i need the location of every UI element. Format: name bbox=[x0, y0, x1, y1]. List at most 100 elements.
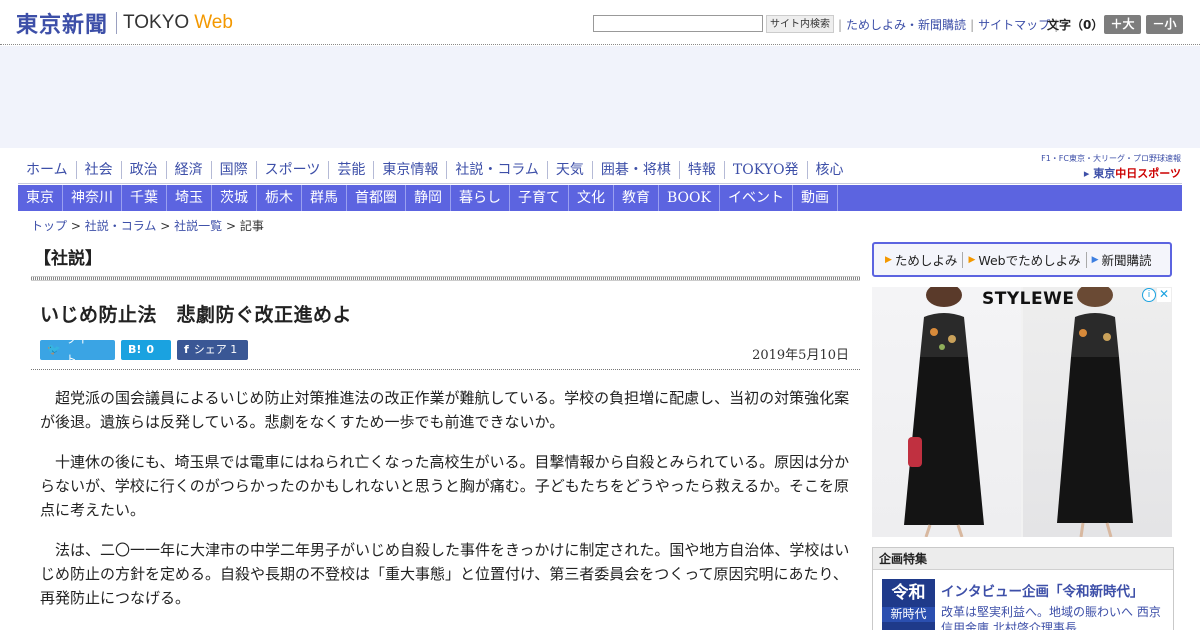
site-header: 東京新聞 TOKYO Web サイト内検索 | ためしよみ・新聞購読 | サイト… bbox=[0, 0, 1200, 45]
arrow-icon: ▶ bbox=[1091, 254, 1099, 265]
region-parenting[interactable]: 子育て bbox=[510, 185, 569, 211]
logo-tokyo-shimbun: 東京新聞 bbox=[16, 13, 109, 38]
site-search-input[interactable] bbox=[593, 15, 763, 32]
breadcrumb: トップ > 社説・コラム > 社説一覧 > 記事 bbox=[31, 217, 264, 234]
nav-politics[interactable]: 政治 bbox=[120, 161, 166, 179]
nav-editorial-column[interactable]: 社説・コラム bbox=[446, 161, 547, 179]
nav-economy[interactable]: 経済 bbox=[165, 161, 211, 179]
nav-weather[interactable]: 天気 bbox=[546, 161, 592, 179]
twitter-icon: 🐦 bbox=[47, 343, 61, 356]
logo-web-text: Web bbox=[194, 12, 233, 33]
chunichi-brand-name: 中日スポーツ bbox=[1115, 167, 1181, 180]
chunichi-tagline: F1・FC東京・大リーグ・プロ野球速報 bbox=[1041, 154, 1181, 163]
breadcrumb-top[interactable]: トップ bbox=[31, 219, 67, 233]
feature-thumbnail[interactable]: 令和 新時代 bbox=[882, 579, 935, 630]
nav-sports[interactable]: スポーツ bbox=[255, 161, 329, 179]
region-chiba[interactable]: 千葉 bbox=[122, 185, 167, 211]
nav-tokuho[interactable]: 特報 bbox=[678, 161, 724, 179]
font-size-label: 文字（0） bbox=[1047, 18, 1104, 32]
ad-close-icon[interactable]: ✕ bbox=[1157, 288, 1171, 302]
promo-web-trial-label: Webでためしよみ bbox=[978, 253, 1081, 268]
promo-subscribe-link[interactable]: ▶ 新聞購読 bbox=[1087, 250, 1157, 269]
ad-info-icon[interactable]: i bbox=[1142, 288, 1156, 302]
promo-trial-link[interactable]: ▶ ためしよみ bbox=[880, 250, 962, 269]
breadcrumb-current: 記事 bbox=[239, 219, 264, 233]
breadcrumb-sep: > bbox=[225, 219, 236, 233]
region-tochigi[interactable]: 栃木 bbox=[257, 185, 302, 211]
region-living[interactable]: 暮らし bbox=[451, 185, 510, 211]
logo-tokyo-text: TOKYO bbox=[123, 12, 190, 33]
nav-entertainment[interactable]: 芸能 bbox=[328, 161, 373, 179]
region-saitama[interactable]: 埼玉 bbox=[167, 185, 212, 211]
section-divider bbox=[31, 276, 860, 281]
region-shizuoka[interactable]: 静岡 bbox=[406, 185, 451, 211]
nav-go-shogi[interactable]: 囲碁・将棋 bbox=[591, 161, 679, 179]
section-label: 【社説】 bbox=[34, 249, 102, 269]
hatena-icon: B! bbox=[128, 343, 142, 356]
dress-illustration-right bbox=[1057, 287, 1133, 537]
ad-image-left bbox=[872, 287, 1021, 537]
breadcrumb-sep: > bbox=[160, 219, 171, 233]
region-ibaraki[interactable]: 茨城 bbox=[212, 185, 257, 211]
main-nav: ホーム 社会 政治 経済 国際 スポーツ 芸能 東京情報 社説・コラム 天気 囲… bbox=[18, 158, 1018, 182]
breadcrumb-sep: > bbox=[70, 219, 81, 233]
facebook-icon: f bbox=[184, 343, 189, 356]
ad-image-right bbox=[1023, 287, 1172, 537]
top-ad-space bbox=[0, 46, 1200, 148]
breadcrumb-editorial-column[interactable]: 社説・コラム bbox=[85, 219, 157, 233]
nav-international[interactable]: 国際 bbox=[210, 161, 256, 179]
chunichi-prefix: ▸ 東京 bbox=[1083, 167, 1116, 180]
util-sep: | bbox=[970, 17, 975, 32]
region-education[interactable]: 教育 bbox=[614, 185, 659, 211]
nav-society[interactable]: 社会 bbox=[75, 161, 121, 179]
tweet-label: ツイート bbox=[65, 333, 99, 366]
breadcrumb-editorial-list[interactable]: 社説一覧 bbox=[174, 219, 222, 233]
region-culture[interactable]: 文化 bbox=[569, 185, 614, 211]
region-gunma[interactable]: 群馬 bbox=[302, 185, 347, 211]
promo-trial-label: ためしよみ bbox=[894, 253, 958, 268]
site-search-button[interactable]: サイト内検索 bbox=[766, 15, 834, 33]
region-kanagawa[interactable]: 神奈川 bbox=[63, 185, 122, 211]
nav-tokyo-hatsu[interactable]: TOKYO発 bbox=[723, 161, 807, 179]
feature-summary-link[interactable]: 改革は堅実利益へ。地域の賑わいへ 西京信用金庫 北村啓介理事長 bbox=[941, 604, 1171, 630]
site-logo[interactable]: 東京新聞 TOKYO Web bbox=[16, 10, 233, 38]
hatena-bookmark-button[interactable]: B! 0 bbox=[121, 340, 171, 360]
chunichi-brand: ▸ 東京中日スポーツ bbox=[1026, 165, 1181, 181]
article-date: 2019年5月10日 bbox=[752, 348, 849, 363]
feature-heading: 企画特集 bbox=[873, 548, 1173, 570]
promo-subscribe-label: 新聞購読 bbox=[1101, 253, 1152, 268]
region-event[interactable]: イベント bbox=[720, 185, 793, 211]
trial-subscribe-link[interactable]: ためしよみ・新聞購読 bbox=[846, 16, 966, 33]
facebook-share-button[interactable]: f シェア 1 bbox=[177, 340, 248, 360]
feature-section: 企画特集 令和 新時代 インタビュー企画「令和新時代」 改革は堅実利益へ。地域の… bbox=[872, 547, 1174, 630]
nav-tokyo-info[interactable]: 東京情報 bbox=[373, 161, 446, 179]
chunichi-sports-banner[interactable]: F1・FC東京・大リーグ・プロ野球速報 ▸ 東京中日スポーツ bbox=[1026, 153, 1181, 181]
article-paragraph: 法は、二〇一一年に大津市の中学二年男子がいじめ自殺した事件をきっかけに制定された… bbox=[40, 541, 850, 607]
share-label: シェア 1 bbox=[193, 343, 238, 356]
tweet-button[interactable]: 🐦 ツイート bbox=[40, 333, 115, 366]
subscription-promo: ▶ ためしよみ ▶ Webでためしよみ ▶ 新聞購読 bbox=[872, 242, 1172, 277]
font-decrease-button[interactable]: －小 bbox=[1146, 15, 1183, 34]
region-book[interactable]: BOOK bbox=[659, 185, 720, 211]
region-video[interactable]: 動画 bbox=[793, 185, 838, 211]
nav-kakushin[interactable]: 核心 bbox=[806, 161, 852, 179]
logo-divider bbox=[116, 12, 118, 34]
region-nav: 東京 神奈川 千葉 埼玉 茨城 栃木 群馬 首都圏 静岡 暮らし 子育て 文化 … bbox=[18, 185, 1182, 211]
sidebar-ad[interactable]: STYLEWE i ✕ bbox=[872, 287, 1172, 537]
util-sep: | bbox=[838, 17, 843, 32]
thumb-line2: 新時代 bbox=[882, 607, 935, 622]
sitemap-link[interactable]: サイトマップ bbox=[978, 16, 1050, 33]
article-title: いじめ防止法 悲劇防ぐ改正進めよ bbox=[40, 304, 353, 326]
region-shutoken[interactable]: 首都圏 bbox=[347, 185, 406, 211]
article-paragraph: 十連休の後にも、埼玉県では電車にはねられ亡くなった高校生がいる。目撃情報から自殺… bbox=[40, 453, 850, 519]
nav-divider bbox=[18, 183, 1182, 184]
font-increase-button[interactable]: ＋大 bbox=[1104, 15, 1141, 34]
region-tokyo[interactable]: 東京 bbox=[18, 185, 63, 211]
feature-title-link[interactable]: インタビュー企画「令和新時代」 bbox=[941, 580, 1144, 600]
article-divider bbox=[31, 369, 860, 370]
nav-home[interactable]: ホーム bbox=[18, 161, 76, 179]
article-body: 超党派の国会議員によるいじめ防止対策推進法の改正作業が難航している。学校の負担増… bbox=[40, 386, 850, 626]
utility-links: | ためしよみ・新聞購読 | サイトマップ | bbox=[834, 16, 1062, 33]
promo-web-trial-link[interactable]: ▶ Webでためしよみ bbox=[963, 250, 1085, 269]
article-paragraph: 超党派の国会議員によるいじめ防止対策推進法の改正作業が難航している。学校の負担増… bbox=[40, 389, 850, 431]
